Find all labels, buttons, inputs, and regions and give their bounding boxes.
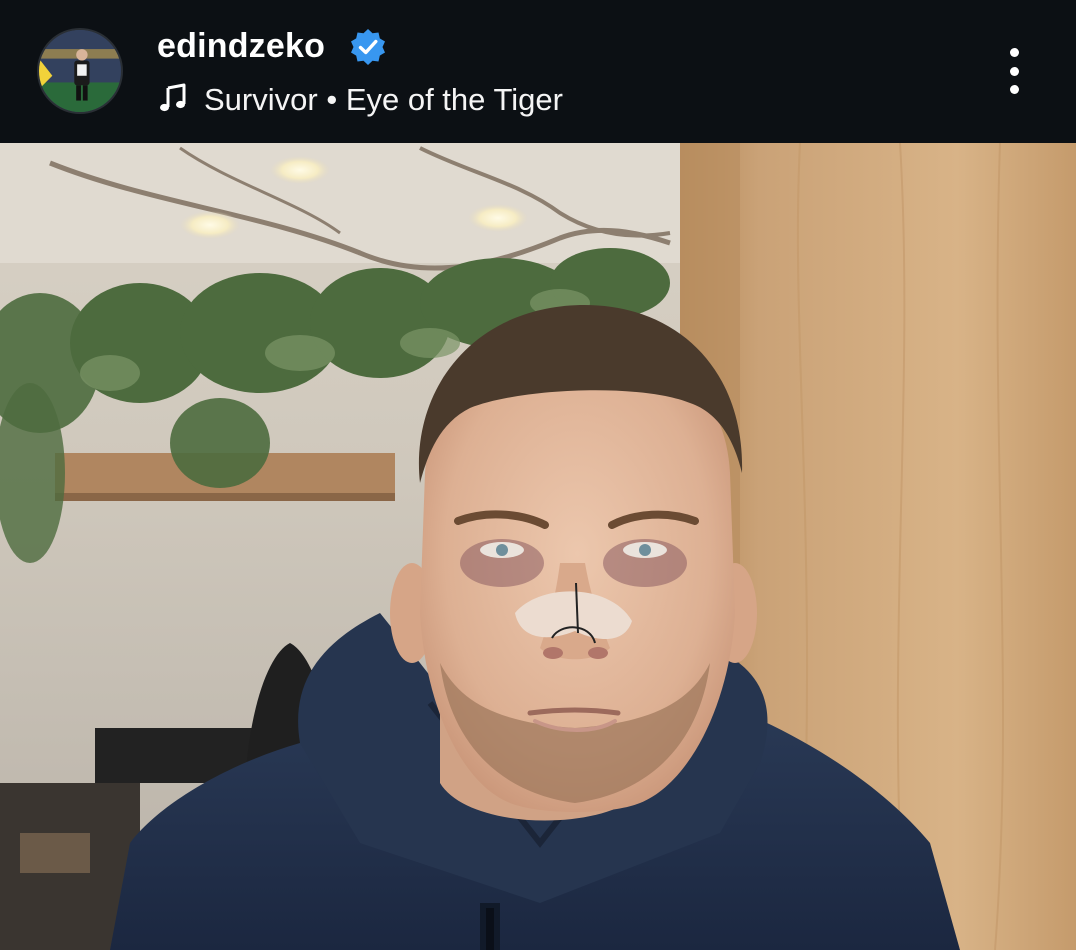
song-title: Eye of the Tiger — [345, 82, 563, 117]
song-separator: • — [326, 82, 338, 117]
photo-image — [0, 143, 1076, 950]
post-header: edindzeko Survivor • Eye of the Tiger — [0, 0, 1076, 143]
username[interactable]: edindzeko — [157, 24, 325, 68]
post-photo[interactable] — [0, 143, 1076, 950]
more-options-icon-dot — [1009, 48, 1019, 57]
more-options-icon-dot — [1009, 66, 1019, 76]
music-note-icon — [160, 83, 186, 112]
verified-badge-icon — [351, 29, 385, 65]
more-options-icon-dot — [1009, 85, 1019, 94]
song-artist: Survivor — [204, 82, 318, 117]
avatar[interactable] — [37, 28, 123, 114]
avatar-image — [39, 30, 121, 112]
song-info[interactable]: Survivor • Eye of the Tiger — [204, 80, 563, 120]
more-options-button[interactable] — [996, 44, 1032, 98]
